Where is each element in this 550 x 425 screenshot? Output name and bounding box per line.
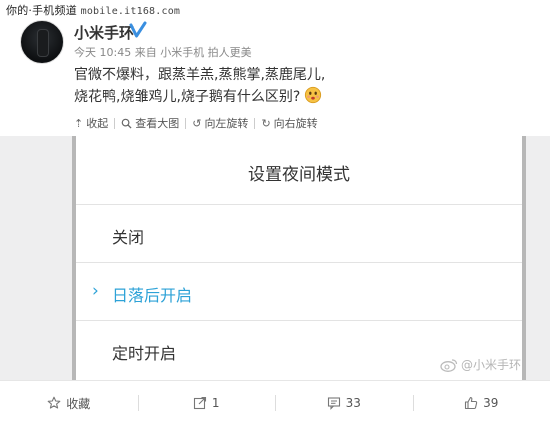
- like-button[interactable]: 39: [412, 381, 550, 425]
- post-text-line-2: 烧花鸭,烧雏鸡儿,烧子鹅有什么区别?: [74, 86, 534, 108]
- favorite-label: 收藏: [66, 396, 91, 411]
- dialog-title: 设置夜间模式: [248, 165, 350, 185]
- thumbs-up-icon: [465, 396, 478, 410]
- favorite-button[interactable]: 收藏: [0, 381, 138, 425]
- option-sunset: › 日落后开启: [76, 262, 522, 320]
- repost-count: 1: [211, 396, 220, 410]
- option-label: 关闭: [112, 228, 145, 247]
- image-toolbar: ⇡ 收起 查看大图 ↺ 向左旋转 ↻ 向右旋转: [72, 114, 324, 132]
- comment-count: 33: [345, 396, 361, 410]
- like-count: 39: [483, 396, 499, 410]
- thinking-emoji-icon: [305, 86, 322, 104]
- repost-icon: [193, 396, 206, 410]
- repost-button[interactable]: 1: [137, 381, 276, 425]
- collapse-icon: ⇡: [74, 116, 84, 130]
- rotate-left-icon: ↺: [192, 116, 202, 130]
- option-label: 定时开启: [112, 344, 177, 363]
- image-watermark-text: @小米手环: [461, 358, 522, 372]
- phone-screenshot: 设置夜间模式 关闭 › 日落后开启 定时开启: [72, 136, 526, 380]
- watermark-site: mobile.it168.com: [80, 6, 181, 17]
- username[interactable]: 小米手环: [74, 22, 134, 43]
- option-label: 日落后开启: [112, 286, 193, 305]
- post-text-line-2-content: 烧花鸭,烧雏鸡儿,烧子鹅有什么区别?: [74, 89, 301, 105]
- rotate-right-label: 向右旋转: [273, 117, 318, 130]
- option-off: 关闭: [76, 204, 522, 262]
- comment-icon: [327, 397, 340, 410]
- rotate-left-button[interactable]: ↺ 向左旋转: [186, 115, 254, 131]
- post-meta: 今天 10:45 来自 小米手机 拍人更美: [74, 46, 252, 59]
- avatar[interactable]: [20, 20, 64, 64]
- rotate-left-label: 向左旋转: [204, 117, 249, 130]
- verified-icon: [129, 21, 147, 38]
- weibo-logo-icon: [440, 358, 458, 372]
- collapse-button[interactable]: ⇡ 收起: [72, 115, 114, 131]
- collapse-label: 收起: [86, 117, 109, 130]
- post-text: 官微不爆料，跟蒸羊羔,蒸熊掌,蒸鹿尾儿, 烧花鸭,烧雏鸡儿,烧子鹅有什么区别?: [74, 64, 534, 108]
- comment-button[interactable]: 33: [275, 381, 413, 425]
- view-large-button[interactable]: 查看大图: [115, 115, 185, 131]
- watermark-text: 你的·手机频道: [6, 4, 77, 17]
- image-watermark: @小米手环: [440, 356, 521, 373]
- post-image[interactable]: 设置夜间模式 关闭 › 日落后开启 定时开启 @小米手环: [0, 136, 550, 380]
- band-image: [37, 29, 49, 57]
- rotate-right-button[interactable]: ↻ 向右旋转: [255, 115, 323, 131]
- source-watermark: 你的·手机频道 mobile.it168.com: [6, 2, 180, 18]
- rotate-right-icon: ↻: [261, 116, 271, 130]
- chevron-right-icon: ›: [92, 281, 99, 301]
- magnifier-icon: [121, 118, 132, 129]
- post-text-line-1: 官微不爆料，跟蒸羊羔,蒸熊掌,蒸鹿尾儿,: [74, 67, 326, 83]
- view-large-label: 查看大图: [135, 117, 180, 130]
- star-icon: [47, 396, 61, 409]
- action-bar: 收藏 1 33 39: [0, 380, 550, 425]
